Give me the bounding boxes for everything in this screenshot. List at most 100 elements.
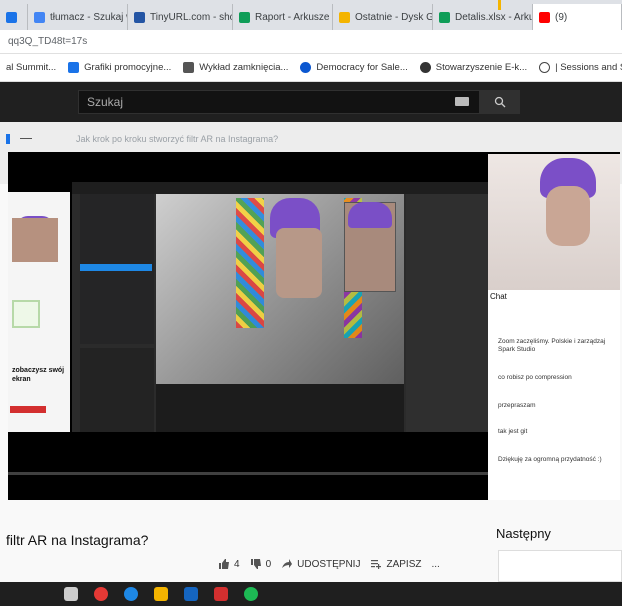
assets-panel <box>80 348 154 432</box>
save-label: ZAPISZ <box>386 558 422 570</box>
patch-editor <box>156 384 404 432</box>
bookmark-label: al Summit... <box>6 62 57 73</box>
browser-tab[interactable]: Detalis.xlsx - Arku × <box>433 4 533 30</box>
tab-title: Ostatnie - Dysk G <box>355 11 433 23</box>
dislike-button[interactable]: 0 <box>250 558 272 570</box>
divider <box>20 138 32 139</box>
bookmark-label: Grafiki promocyjne... <box>84 62 172 73</box>
tinyurl-favicon-icon <box>134 11 145 23</box>
save-button[interactable]: ZAPISZ <box>370 558 421 570</box>
task-view-icon[interactable] <box>64 587 78 601</box>
video-title: filtr AR na Instagrama? <box>6 532 149 548</box>
grid-icon <box>12 300 40 328</box>
selected-scene-item <box>80 264 152 271</box>
video-player[interactable]: zobaczysz swój ekran Chat Zoom zaczęliśm… <box>8 152 620 500</box>
drive-icon <box>68 62 80 73</box>
youtube-header: Szukaj <box>0 82 622 122</box>
page-question: Jak krok po kroku stworzyć filtr AR na I… <box>76 134 279 144</box>
tab-favicon-icon <box>6 11 17 23</box>
page-icon <box>183 62 195 73</box>
red-button <box>10 406 46 413</box>
tab-indicator <box>498 0 501 10</box>
browser-tab[interactable]: TinyURL.com - sho × <box>128 4 233 30</box>
flower-pattern <box>236 198 264 328</box>
presenter-thumbnail <box>12 218 58 262</box>
search-icon <box>494 96 506 108</box>
tab-title: tłumacz - Szukaj w <box>50 11 128 23</box>
chat-message: co robisz po compression <box>498 374 572 381</box>
chat-message: tak jest git <box>498 428 528 435</box>
chat-message: przepraszam <box>498 402 536 409</box>
bookmark-item[interactable]: Democracy for Sale... <box>300 62 408 73</box>
browser-tab-active[interactable]: (9) <box>533 4 622 30</box>
next-heading: Następny <box>496 526 551 541</box>
tab-title: TinyURL.com - sho <box>150 11 233 23</box>
thumbs-up-icon <box>219 559 229 569</box>
webcam-face <box>546 186 590 246</box>
bookmark-label: Democracy for Sale... <box>316 62 408 73</box>
browser-tab[interactable] <box>0 4 28 30</box>
next-video-thumbnail[interactable] <box>498 550 622 582</box>
share-label: UDOSTĘPNIJ <box>297 558 361 570</box>
tab-title: (9) <box>555 11 568 23</box>
playlist-add-icon <box>371 560 382 569</box>
browser-tab[interactable]: tłumacz - Szukaj w × <box>28 4 128 30</box>
thumbs-down-icon <box>250 559 261 569</box>
search-placeholder: Szukaj <box>87 95 124 109</box>
like-count: 4 <box>234 558 240 570</box>
tab-title: Raport - Arkusze G <box>255 11 333 23</box>
face-preview <box>276 228 322 298</box>
dislike-count: 0 <box>265 558 272 570</box>
tab-title: Detalis.xlsx - Arku <box>455 11 533 23</box>
keyboard-icon[interactable] <box>455 97 469 106</box>
url-text: qq3Q_TD48t=17s <box>8 36 88 47</box>
store-icon[interactable] <box>184 587 198 601</box>
chrome-icon[interactable] <box>94 587 108 601</box>
sidebar-marker <box>6 134 10 144</box>
spotify-icon[interactable] <box>244 587 258 601</box>
bookmark-item[interactable]: Stowarzyszenie E-k... <box>419 62 528 73</box>
presentation-text: zobaczysz swój ekran <box>12 367 65 383</box>
windows-taskbar <box>0 582 622 606</box>
share-button[interactable]: UDOSTĘPNIJ <box>281 558 360 570</box>
bookmark-label: Wykład zamknięcia... <box>199 62 289 73</box>
chat-message: Zoom zaczęliśmy. Polskie i zarządzaj Spa… <box>498 338 606 353</box>
video-info: filtr AR na Instagrama? Następny 4 0 UDO… <box>0 500 622 582</box>
bookmarks-bar: al Summit... Grafiki promocyjne... Wykła… <box>0 54 622 82</box>
search-button[interactable] <box>480 90 520 114</box>
bookmark-item[interactable]: al Summit... <box>6 62 56 73</box>
app-icon[interactable] <box>214 587 228 601</box>
like-button[interactable]: 4 <box>218 558 240 570</box>
progress-bar[interactable] <box>8 472 488 475</box>
browser-tab[interactable]: Raport - Arkusze G × <box>233 4 333 30</box>
sheets-favicon-icon <box>439 11 450 23</box>
address-bar[interactable]: qq3Q_TD48t=17s <box>0 30 622 54</box>
more-actions-button[interactable]: ... <box>431 559 439 570</box>
bookmark-label: Stowarzyszenie E-k... <box>435 62 528 73</box>
inspector-panel <box>406 194 490 432</box>
file-explorer-icon[interactable] <box>154 587 168 601</box>
chat-header: Chat <box>490 292 507 301</box>
chat-panel <box>488 290 620 500</box>
chat-message: Dziękuję za ogromną przydatność :) <box>498 456 602 463</box>
share-icon <box>282 559 293 568</box>
search-input[interactable]: Szukaj <box>78 90 480 114</box>
sheets-favicon-icon <box>239 11 250 23</box>
browser-tab[interactable]: Ostatnie - Dysk G × <box>333 4 433 30</box>
editor-toolbar <box>72 182 490 194</box>
video-actions: 4 0 UDOSTĘPNIJ ZAPISZ ... <box>218 558 440 570</box>
bookmark-item[interactable]: Wykład zamknięcia... <box>183 62 288 73</box>
bookmark-item[interactable]: Grafiki promocyjne... <box>68 62 171 73</box>
bookmark-label: | Sessions and Spea... <box>555 62 622 73</box>
youtube-favicon-icon <box>539 11 550 23</box>
browser-tab-strip: tłumacz - Szukaj w × TinyURL.com - sho ×… <box>0 0 622 30</box>
gear-icon <box>419 62 431 73</box>
simulator-hair <box>348 202 392 228</box>
drive-favicon-icon <box>339 11 350 23</box>
more-label: ... <box>431 558 440 570</box>
site-icon <box>300 62 312 73</box>
screenshot-root: tłumacz - Szukaj w × TinyURL.com - sho ×… <box>0 0 622 606</box>
bookmark-item[interactable]: | Sessions and Spea... <box>539 62 622 73</box>
edge-icon[interactable] <box>124 587 138 601</box>
google-favicon-icon <box>34 11 45 23</box>
